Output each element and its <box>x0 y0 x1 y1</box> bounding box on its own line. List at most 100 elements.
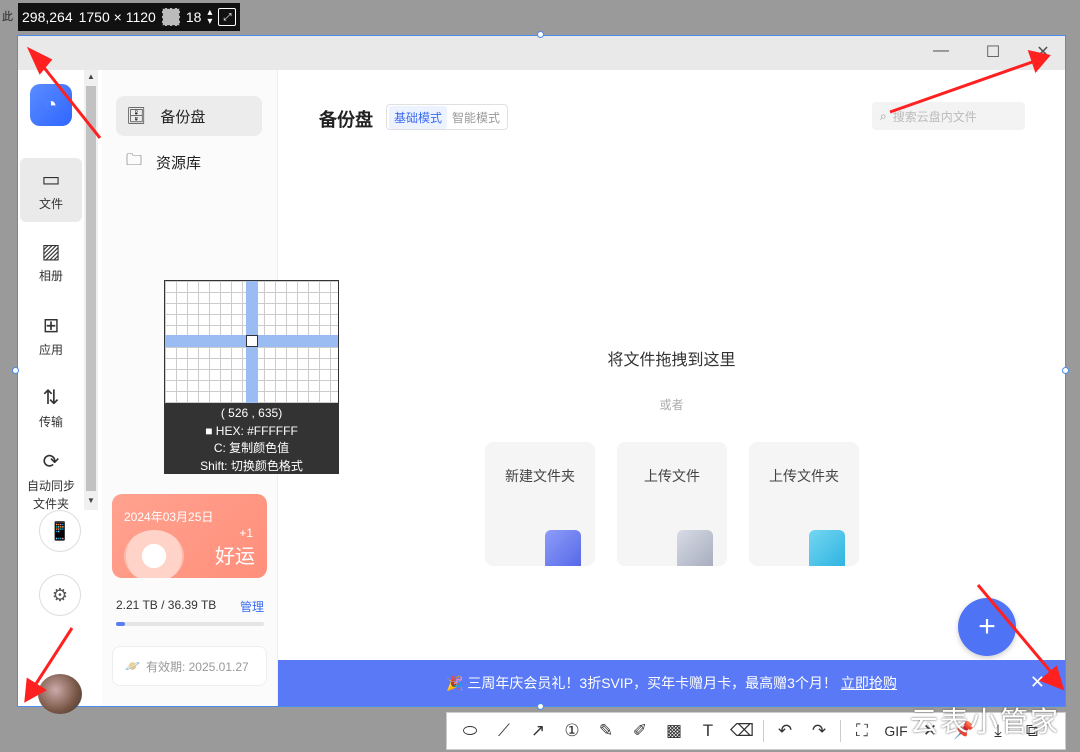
toolbar-separator <box>763 720 764 742</box>
resize-handle-right[interactable] <box>1062 367 1069 374</box>
sidebar-item-library[interactable]: 🗀 资源库 <box>116 142 262 182</box>
rail-item-label: 传输 <box>38 414 63 429</box>
text-icon[interactable]: T <box>691 721 725 741</box>
library-icon: 🗀 <box>126 151 143 169</box>
crosshair-center <box>246 335 258 347</box>
selection-border-icon[interactable] <box>161 8 180 26</box>
hex-value: ■ HEX: #FFFFFF <box>205 423 298 438</box>
redo-icon[interactable]: ↷ <box>802 721 836 741</box>
mode-basic[interactable]: 基础模式 <box>389 105 448 129</box>
rail-item-transfer[interactable]: ⇅ 传输 <box>20 376 82 440</box>
folder-icon: ▭ <box>41 168 61 191</box>
highlighter-icon[interactable]: ✐ <box>623 721 657 741</box>
maximize-button[interactable]: ☐ <box>978 42 1008 62</box>
rail-item-label: 自动同步 文件夹 <box>26 479 75 511</box>
avatar[interactable] <box>38 674 82 714</box>
manage-link[interactable]: 管理 <box>240 598 264 615</box>
sidebar-item-label: 备份盘 <box>160 108 206 126</box>
new-folder-button[interactable]: 新建文件夹 <box>485 442 595 566</box>
close-button[interactable]: ✕ <box>1028 42 1058 62</box>
copy-hint: C: 复制颜色值 <box>213 441 290 455</box>
drop-hint: 将文件拖拽到这里 <box>607 352 736 369</box>
or-text: 或者 <box>659 398 684 412</box>
storage-bar <box>116 622 264 626</box>
planet-icon: 🪐 <box>125 659 140 673</box>
resize-handle-left[interactable] <box>12 367 19 374</box>
stepper-icon[interactable]: ▴ ▾ <box>207 8 212 27</box>
watermark: 云表小管家 <box>910 706 1061 737</box>
rail-item-files[interactable]: ▭ 文件 <box>20 158 82 222</box>
transfer-icon: ⇅ <box>42 386 60 409</box>
validity-text: 有效期: 2025.01.27 <box>145 659 249 674</box>
undo-icon[interactable]: ↶ <box>768 721 802 741</box>
sidebar-item-label: 资源库 <box>156 154 202 172</box>
rail-item-label: 文件 <box>38 196 63 211</box>
upload-file-button[interactable]: 上传文件 <box>617 442 727 566</box>
page-title: 备份盘 <box>319 110 373 130</box>
title-bar: — ☐ ✕ <box>18 36 1065 70</box>
capture-size: 1750 × 1120 <box>78 9 156 25</box>
capture-info-bar: 298,264 1750 × 1120 18 ▴ ▾ ⤢ <box>18 3 241 31</box>
rail-item-apps[interactable]: ⊞ 应用 <box>20 304 82 368</box>
promo-text: 🎉 三周年庆会员礼！3折SVIP，买年卡赠月卡，最高赠3个月！ <box>446 675 837 691</box>
pencil-icon[interactable]: ✎ <box>589 721 623 741</box>
apps-icon: ⊞ <box>42 314 60 337</box>
number-icon[interactable]: ① <box>555 721 589 741</box>
scroll-up-icon[interactable]: ▲ <box>87 72 95 81</box>
validity-badge[interactable]: 🪐 有效期: 2025.01.27 <box>112 646 267 686</box>
rail-item-album[interactable]: ▨ 相册 <box>20 230 82 294</box>
storage-bar-fill <box>116 622 125 626</box>
minimize-button[interactable]: — <box>926 42 956 60</box>
action-label: 上传文件夹 <box>769 468 839 484</box>
backup-disk-icon: 🗄 <box>126 108 147 125</box>
new-folder-icon <box>545 530 581 566</box>
resize-handle-top[interactable] <box>537 31 544 38</box>
mode-switch: 基础模式 智能模式 <box>386 104 509 130</box>
upload-folder-button[interactable]: 上传文件夹 <box>749 442 859 566</box>
expand-icon[interactable]: ⤢ <box>218 8 237 26</box>
cursor-coords: ( 526 , 635) <box>220 406 283 420</box>
upload-file-icon <box>677 530 713 566</box>
upload-folder-icon <box>809 530 845 566</box>
luck-plus: +1 <box>239 526 253 540</box>
app-logo-icon: ◔ <box>30 84 72 126</box>
background-text: 此 <box>2 11 13 23</box>
rail-item-label: 相册 <box>38 268 63 283</box>
add-fab-button[interactable]: + <box>958 598 1016 656</box>
promo-link[interactable]: 立即抢购 <box>841 673 897 693</box>
mosaic-icon[interactable]: ▩ <box>657 721 691 741</box>
color-magnifier: ( 526 , 635) ■ HEX: #FFFFFF C: 复制颜色值 Shi… <box>164 280 339 474</box>
mode-smart[interactable]: 智能模式 <box>447 106 505 129</box>
storage-text: 2.21 TB / 36.39 TB <box>116 598 217 612</box>
eraser-icon[interactable]: ⌫ <box>725 721 759 741</box>
promo-close-icon[interactable]: ✕ <box>1030 672 1045 693</box>
toolbar-separator <box>840 720 841 742</box>
gif-icon[interactable]: GIF <box>879 723 913 739</box>
main-panel: 备份盘 基础模式 智能模式 ⌕ 搜索云盘内文件 将文件拖拽到这里 或者 新建文件… <box>278 70 1065 706</box>
search-icon: ⌕ <box>880 108 887 123</box>
capture-position: 298,264 <box>22 9 73 25</box>
sync-icon: ⟳ <box>42 451 60 473</box>
rail-scrollbar[interactable]: ▲ ▼ <box>84 70 98 510</box>
search-input[interactable]: ⌕ 搜索云盘内文件 <box>872 102 1025 130</box>
rail-item-label: 应用 <box>38 342 63 357</box>
flower-mascot-icon <box>124 530 184 578</box>
settings-icon[interactable]: ⚙ <box>39 574 81 616</box>
album-icon: ▨ <box>41 240 61 263</box>
action-label: 上传文件 <box>644 468 700 484</box>
action-label: 新建文件夹 <box>505 468 575 484</box>
scroll-down-icon[interactable]: ▼ <box>87 496 95 505</box>
luck-date: 2024年03月25日 <box>124 510 214 524</box>
rectangle-icon[interactable]: ⬭ <box>453 721 487 741</box>
shift-hint: Shift: 切换颜色格式 <box>200 458 303 473</box>
save-region-icon[interactable]: ⛶ <box>845 721 879 741</box>
magnifier-info: ( 526 , 635) ■ HEX: #FFFFFF C: 复制颜色值 Shi… <box>165 403 338 473</box>
rail-item-auto-sync[interactable]: ⟳ 自动同步 文件夹 <box>20 446 82 518</box>
luck-card[interactable]: 2024年03月25日 +1 好运 <box>112 494 267 578</box>
polyline-icon[interactable]: ⟋ <box>487 721 521 741</box>
arrow-icon[interactable]: ↗ <box>521 721 555 741</box>
sidebar-item-backup[interactable]: 🗄 备份盘 <box>116 96 262 136</box>
scroll-thumb[interactable] <box>86 86 96 491</box>
resize-handle-bottom[interactable] <box>537 703 544 710</box>
phone-icon[interactable]: 📱 <box>39 510 81 552</box>
